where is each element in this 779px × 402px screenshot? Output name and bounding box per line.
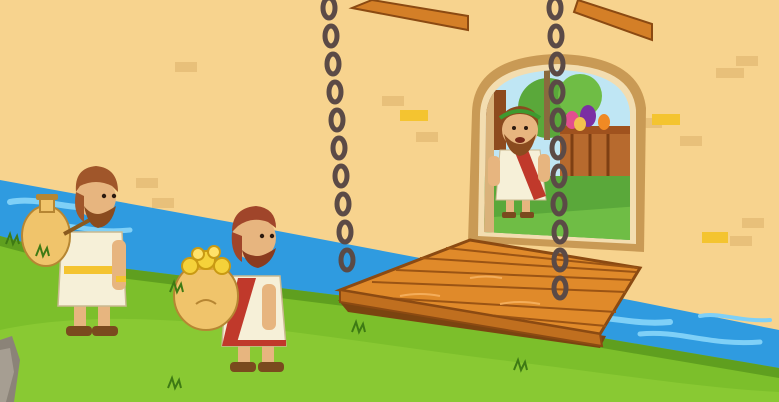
- game-scene: [0, 0, 779, 402]
- scene-canvas: [0, 0, 779, 402]
